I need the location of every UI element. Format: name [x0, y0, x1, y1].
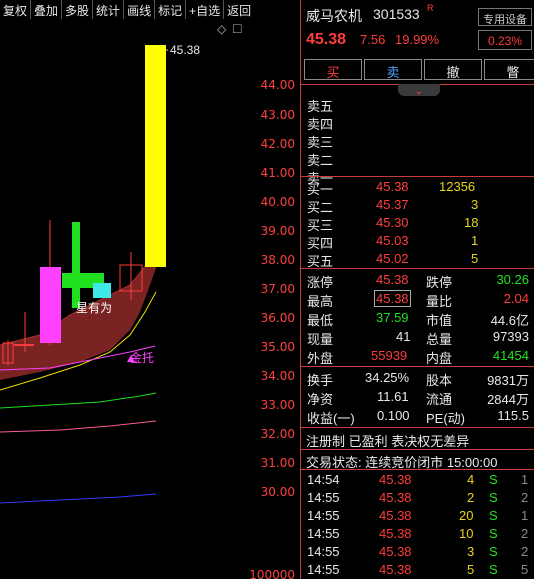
y-tick: 40.00 — [260, 195, 295, 209]
sell-button[interactable]: 卖 — [364, 59, 422, 80]
stat-row: 最低 37.59 市值 44.6亿 — [307, 310, 529, 328]
kline-canvas — [0, 45, 168, 504]
y-tick: 33.00 — [260, 398, 295, 412]
alert-button[interactable]: 瞥 — [484, 59, 534, 80]
ask-row: 卖四 — [307, 117, 334, 132]
fund-row: 净资 11.61 流通 2844万 — [307, 389, 529, 407]
window-icon[interactable]: □ — [233, 20, 241, 36]
overlay-button[interactable]: 叠加 — [31, 0, 63, 19]
trade-status: 交易状态: 连续竞价闭市 15:00:00 — [306, 455, 498, 470]
tick-row: 14:54 45.38 4 S 1 — [307, 472, 529, 487]
stat-row: 现量 41 总量 97393 — [307, 329, 529, 347]
price-change-pct: 19.99% — [395, 32, 440, 47]
high-price-marker: 45.38 — [170, 43, 201, 57]
tick-row: 14:55 45.38 5 S 5 — [307, 562, 529, 577]
fuquan-button[interactable]: 复权 — [0, 0, 32, 19]
bid-row[interactable]: 买一 45.38 12356 — [301, 178, 534, 197]
quote-panel: 威马农机 301533 R 专用设备 45.38 7.56 19.99% 0.2… — [300, 0, 534, 579]
fund-row: 换手 34.25% 股本 9831万 — [307, 370, 529, 388]
ma-blue — [0, 493, 157, 504]
bid-row[interactable]: 买三 45.30 18 — [301, 214, 534, 233]
mark-button[interactable]: 标记 — [155, 0, 187, 19]
price-change: 7.56 — [360, 32, 386, 47]
bid-row[interactable]: 买五 45.02 5 — [301, 250, 534, 269]
y-tick: 39.00 — [260, 224, 295, 238]
tick-row: 14:55 45.38 3 S 2 — [307, 544, 529, 559]
star-annotation: 星有为 — [76, 301, 113, 315]
y-tick: 37.00 — [260, 282, 295, 296]
ask-row: 卖二 — [307, 153, 334, 168]
candle — [93, 283, 111, 298]
divider — [301, 176, 534, 177]
stock-code: 301533 — [373, 6, 420, 22]
candle — [145, 45, 166, 267]
divider — [301, 469, 534, 470]
buy-button[interactable]: 买 — [304, 59, 362, 80]
support-annotation: 金托 — [130, 351, 155, 365]
tick-row: 14:55 45.38 10 S 2 — [307, 526, 529, 541]
cancel-button[interactable]: 撤 — [424, 59, 482, 80]
divider — [301, 366, 534, 367]
sector-tag[interactable]: 专用设备 — [478, 8, 532, 26]
kline-chart[interactable]: 复权 叠加 多股 统计 画线 标记 +自选 返回 ◇ □ 45.38 星有为 金… — [0, 0, 299, 579]
bid-row[interactable]: 买二 45.37 3 — [301, 196, 534, 215]
tick-row: 14:55 45.38 20 S 1 — [307, 508, 529, 523]
multi-stock-button[interactable]: 多股 — [62, 0, 94, 19]
stat-row: 涨停 45.38 跌停 30.26 — [307, 272, 529, 290]
stock-header: 威马农机 301533 R 专用设备 — [301, 3, 534, 26]
ask-row: 卖五 — [307, 99, 334, 114]
draw-line-button[interactable]: 画线 — [124, 0, 156, 19]
y-tick: 43.00 — [260, 108, 295, 122]
y-tick: 30.00 — [260, 485, 295, 499]
diamond-icon[interactable]: ◇ — [217, 22, 226, 36]
y-tick: 38.00 — [260, 253, 295, 267]
y-tick: 31.00 — [260, 456, 295, 470]
chart-toolbar: 复权 叠加 多股 统计 画线 标记 +自选 返回 — [0, 0, 299, 19]
add-watchlist-button[interactable]: +自选 — [186, 0, 225, 19]
candle — [14, 344, 34, 346]
divider — [301, 268, 534, 269]
candle — [40, 267, 61, 343]
registration-badge: R — [427, 3, 434, 13]
y-tick: 35.00 — [260, 340, 295, 354]
divider — [301, 427, 534, 428]
fund-row: 收益(一) 0.100 PE(动) 115.5 — [307, 408, 529, 426]
candle — [72, 222, 80, 308]
back-button[interactable]: 返回 — [224, 0, 254, 19]
tick-row: 14:55 45.38 2 S 2 — [307, 490, 529, 505]
y-tick: 42.00 — [260, 137, 295, 151]
y-tick: 32.00 — [260, 427, 295, 441]
ma-green — [0, 392, 157, 409]
stock-tags: 注册制 已盈利 表决权无差异 — [306, 434, 470, 449]
y-tick: 44.00 — [260, 78, 295, 92]
bid-row[interactable]: 买四 45.03 1 — [301, 232, 534, 251]
y-tick: 36.00 — [260, 311, 295, 325]
y-tick: 41.00 — [260, 166, 295, 180]
volume-axis-label: 100000 — [249, 568, 295, 579]
ask-row: 卖三 — [307, 135, 334, 150]
turnover-tag: 0.23% — [478, 30, 532, 50]
ma-pink — [0, 420, 157, 433]
y-tick: 34.00 — [260, 369, 295, 383]
divider — [301, 449, 534, 450]
stat-row: 外盘 55939 内盘 41454 — [307, 348, 529, 366]
stat-row: 最高 45.38 量比 2.04 — [307, 290, 529, 309]
last-price: 45.38 — [306, 31, 347, 48]
stats-button[interactable]: 统计 — [93, 0, 125, 19]
price-line: 45.38 7.56 19.99% 0.23% — [301, 30, 534, 52]
stock-name: 威马农机 — [306, 8, 362, 24]
